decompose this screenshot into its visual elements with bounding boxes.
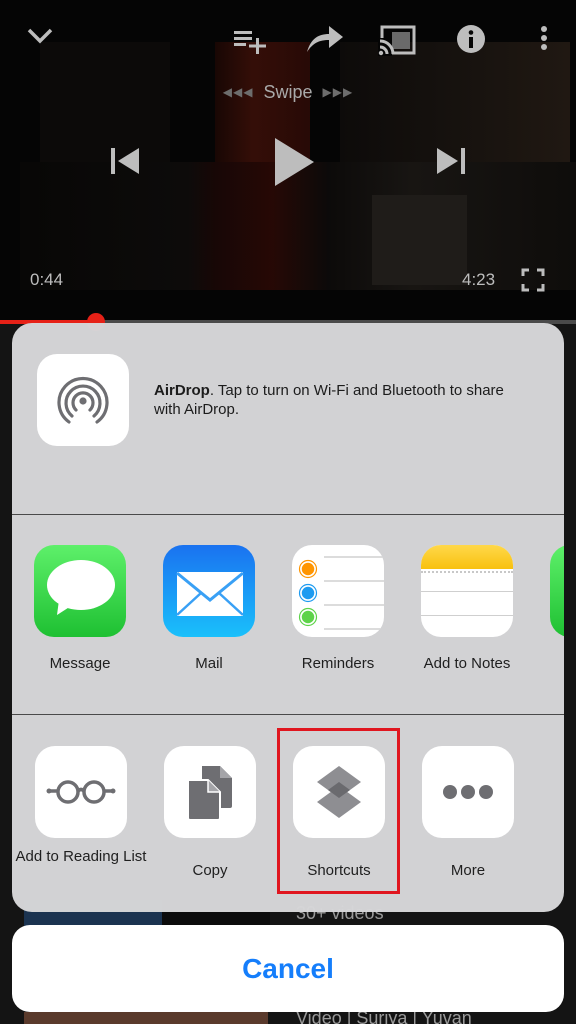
video-thumbnail [24,1012,268,1024]
airdrop-icon [57,376,109,424]
share-app-mail[interactable]: Mail [149,516,269,696]
airdrop-title: AirDrop [154,382,210,399]
action-tile[interactable] [422,746,514,838]
action-label: Add to Reading List [15,848,147,865]
app-tile[interactable] [34,545,126,637]
info-icon[interactable] [456,24,486,54]
action-add-to-reading-list[interactable]: Add to Reading List [16,716,146,896]
action-label: More [450,862,486,879]
cancel-button[interactable]: Cancel [12,925,564,1012]
messages-icon [47,560,115,615]
copy-icon [187,766,232,821]
app-tile[interactable] [163,545,255,637]
cast-icon[interactable] [378,24,418,56]
glasses-icon [46,780,116,804]
action-label: Copy [192,862,228,879]
mail-icon [176,571,244,616]
app-tile[interactable] [292,545,384,637]
swipe-label: Swipe [263,82,313,102]
ellipsis-icon [443,785,493,799]
app-label: W [506,654,564,673]
action-copy[interactable]: Copy [150,716,270,896]
chevron-down-icon[interactable] [24,20,56,52]
share-icon[interactable] [305,22,345,54]
more-vertical-icon[interactable] [536,24,552,54]
skip-next-icon[interactable] [434,144,468,178]
current-time: 0:44 [30,270,64,289]
airdrop-tile[interactable] [37,354,129,446]
play-icon[interactable] [272,136,316,188]
swipe-hint: ◀◀◀ Swipe ▶▶▶ [0,82,576,103]
shortcuts-highlight-box [277,728,400,894]
app-label: Message [49,655,111,672]
action-tile[interactable] [35,746,127,838]
share-app-whatsapp[interactable]: W [536,516,564,696]
app-label: Mail [195,655,223,672]
airdrop-section[interactable]: AirDrop. Tap to turn on Wi-Fi and Blueto… [12,323,564,515]
share-app-message[interactable]: Message [20,516,140,696]
skip-previous-icon[interactable] [108,144,142,178]
reminders-icon [298,556,384,630]
add-to-queue-icon[interactable] [232,26,266,54]
action-tile[interactable] [164,746,256,838]
action-more[interactable]: More [408,716,528,896]
share-apps-row[interactable]: Message Mail Reminders Add to Notes [12,516,564,715]
app-label: Reminders [301,655,375,672]
fullscreen-icon[interactable] [521,268,545,292]
swipe-left-arrows: ◀◀◀ [222,85,254,99]
swipe-right-arrows: ▶▶▶ [322,85,354,99]
share-app-reminders[interactable]: Reminders [278,516,398,696]
airdrop-message: AirDrop. Tap to turn on Wi-Fi and Blueto… [154,381,534,419]
app-tile[interactable] [550,545,564,637]
screen: ◀◀◀ Swipe ▶▶▶ 0:44 4:23 30+ videos Video |… [0,0,576,1024]
feed-item[interactable]: Video | Suriya | Yuvan [0,1008,576,1024]
duration: 4:23 [462,270,496,289]
video-player[interactable]: ◀◀◀ Swipe ▶▶▶ 0:44 4:23 [0,0,576,322]
app-tile[interactable] [421,545,513,637]
